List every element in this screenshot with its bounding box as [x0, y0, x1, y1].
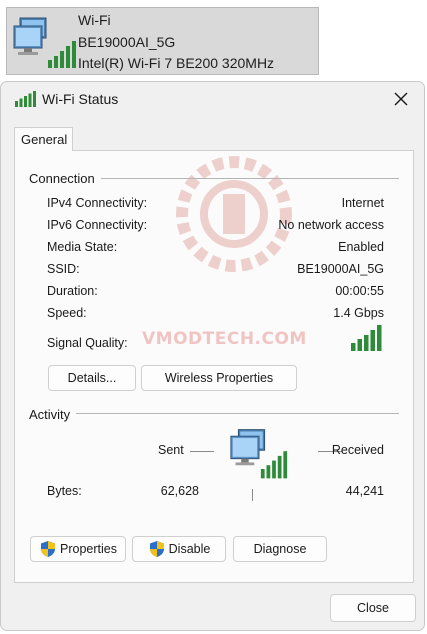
watermark-logo — [176, 156, 292, 272]
wireless-properties-button[interactable]: Wireless Properties — [141, 365, 297, 391]
media-state-label: Media State: — [47, 240, 118, 254]
network-computer-wifi-icon — [230, 429, 288, 479]
shield-icon — [41, 541, 55, 557]
activity-divider — [29, 413, 399, 414]
network-computer-wifi-icon — [13, 17, 76, 68]
close-icon[interactable] — [390, 88, 412, 110]
ipv6-value: No network access — [278, 218, 384, 232]
wifi-status-dialog: Wi-Fi Status General VMODTECH.COM Connec… — [0, 81, 425, 631]
activity-separator — [252, 489, 253, 501]
diagnose-button[interactable]: Diagnose — [233, 536, 327, 562]
bytes-received-value: 44,241 — [345, 484, 384, 498]
sent-line — [190, 451, 214, 452]
dialog-title: Wi-Fi Status — [42, 91, 119, 107]
speed-label: Speed: — [47, 306, 87, 320]
disable-button[interactable]: Disable — [132, 536, 226, 562]
speed-value: 1.4 Gbps — [333, 306, 384, 320]
ipv4-value: Internet — [341, 196, 384, 210]
signal-quality-label: Signal Quality: — [47, 336, 128, 350]
shield-icon — [149, 541, 164, 557]
tab-general[interactable]: General — [14, 127, 73, 151]
media-state-value: Enabled — [338, 240, 384, 254]
ipv6-label: IPv6 Connectivity: — [47, 218, 148, 232]
title-bar: Wi-Fi Status — [1, 82, 424, 116]
wifi-adapter-tile[interactable]: Wi-Fi BE19000AI_5G Intel(R) Wi-Fi 7 BE20… — [6, 7, 319, 75]
watermark-text: VMODTECH.COM — [142, 329, 307, 349]
signal-quality-icon — [351, 325, 382, 351]
adapter-name: Wi-Fi — [78, 12, 111, 28]
properties-button[interactable]: Properties — [30, 536, 126, 562]
adapter-device: Intel(R) Wi-Fi 7 BE200 320MHz — [78, 55, 275, 71]
bytes-label: Bytes: — [47, 484, 82, 498]
duration-value: 00:00:55 — [335, 284, 384, 298]
details-button[interactable]: Details... — [48, 365, 136, 391]
general-panel: VMODTECH.COM Connection IPv4 Connectivit… — [14, 150, 414, 583]
adapter-ssid: BE19000AI_5G — [78, 34, 176, 50]
ssid-value: BE19000AI_5G — [297, 262, 384, 276]
sent-label: Sent — [158, 443, 184, 457]
received-label: Received — [331, 443, 384, 457]
activity-heading: Activity — [29, 407, 77, 422]
connection-heading: Connection — [29, 171, 101, 186]
signal-bars-icon — [15, 91, 36, 107]
close-button[interactable]: Close — [330, 594, 416, 622]
ipv4-label: IPv4 Connectivity: — [47, 196, 148, 210]
disable-label: Disable — [168, 542, 211, 556]
bytes-sent-value: 62,628 — [160, 484, 199, 498]
ssid-label: SSID: — [47, 262, 80, 276]
duration-label: Duration: — [47, 284, 98, 298]
properties-label: Properties — [60, 542, 117, 556]
